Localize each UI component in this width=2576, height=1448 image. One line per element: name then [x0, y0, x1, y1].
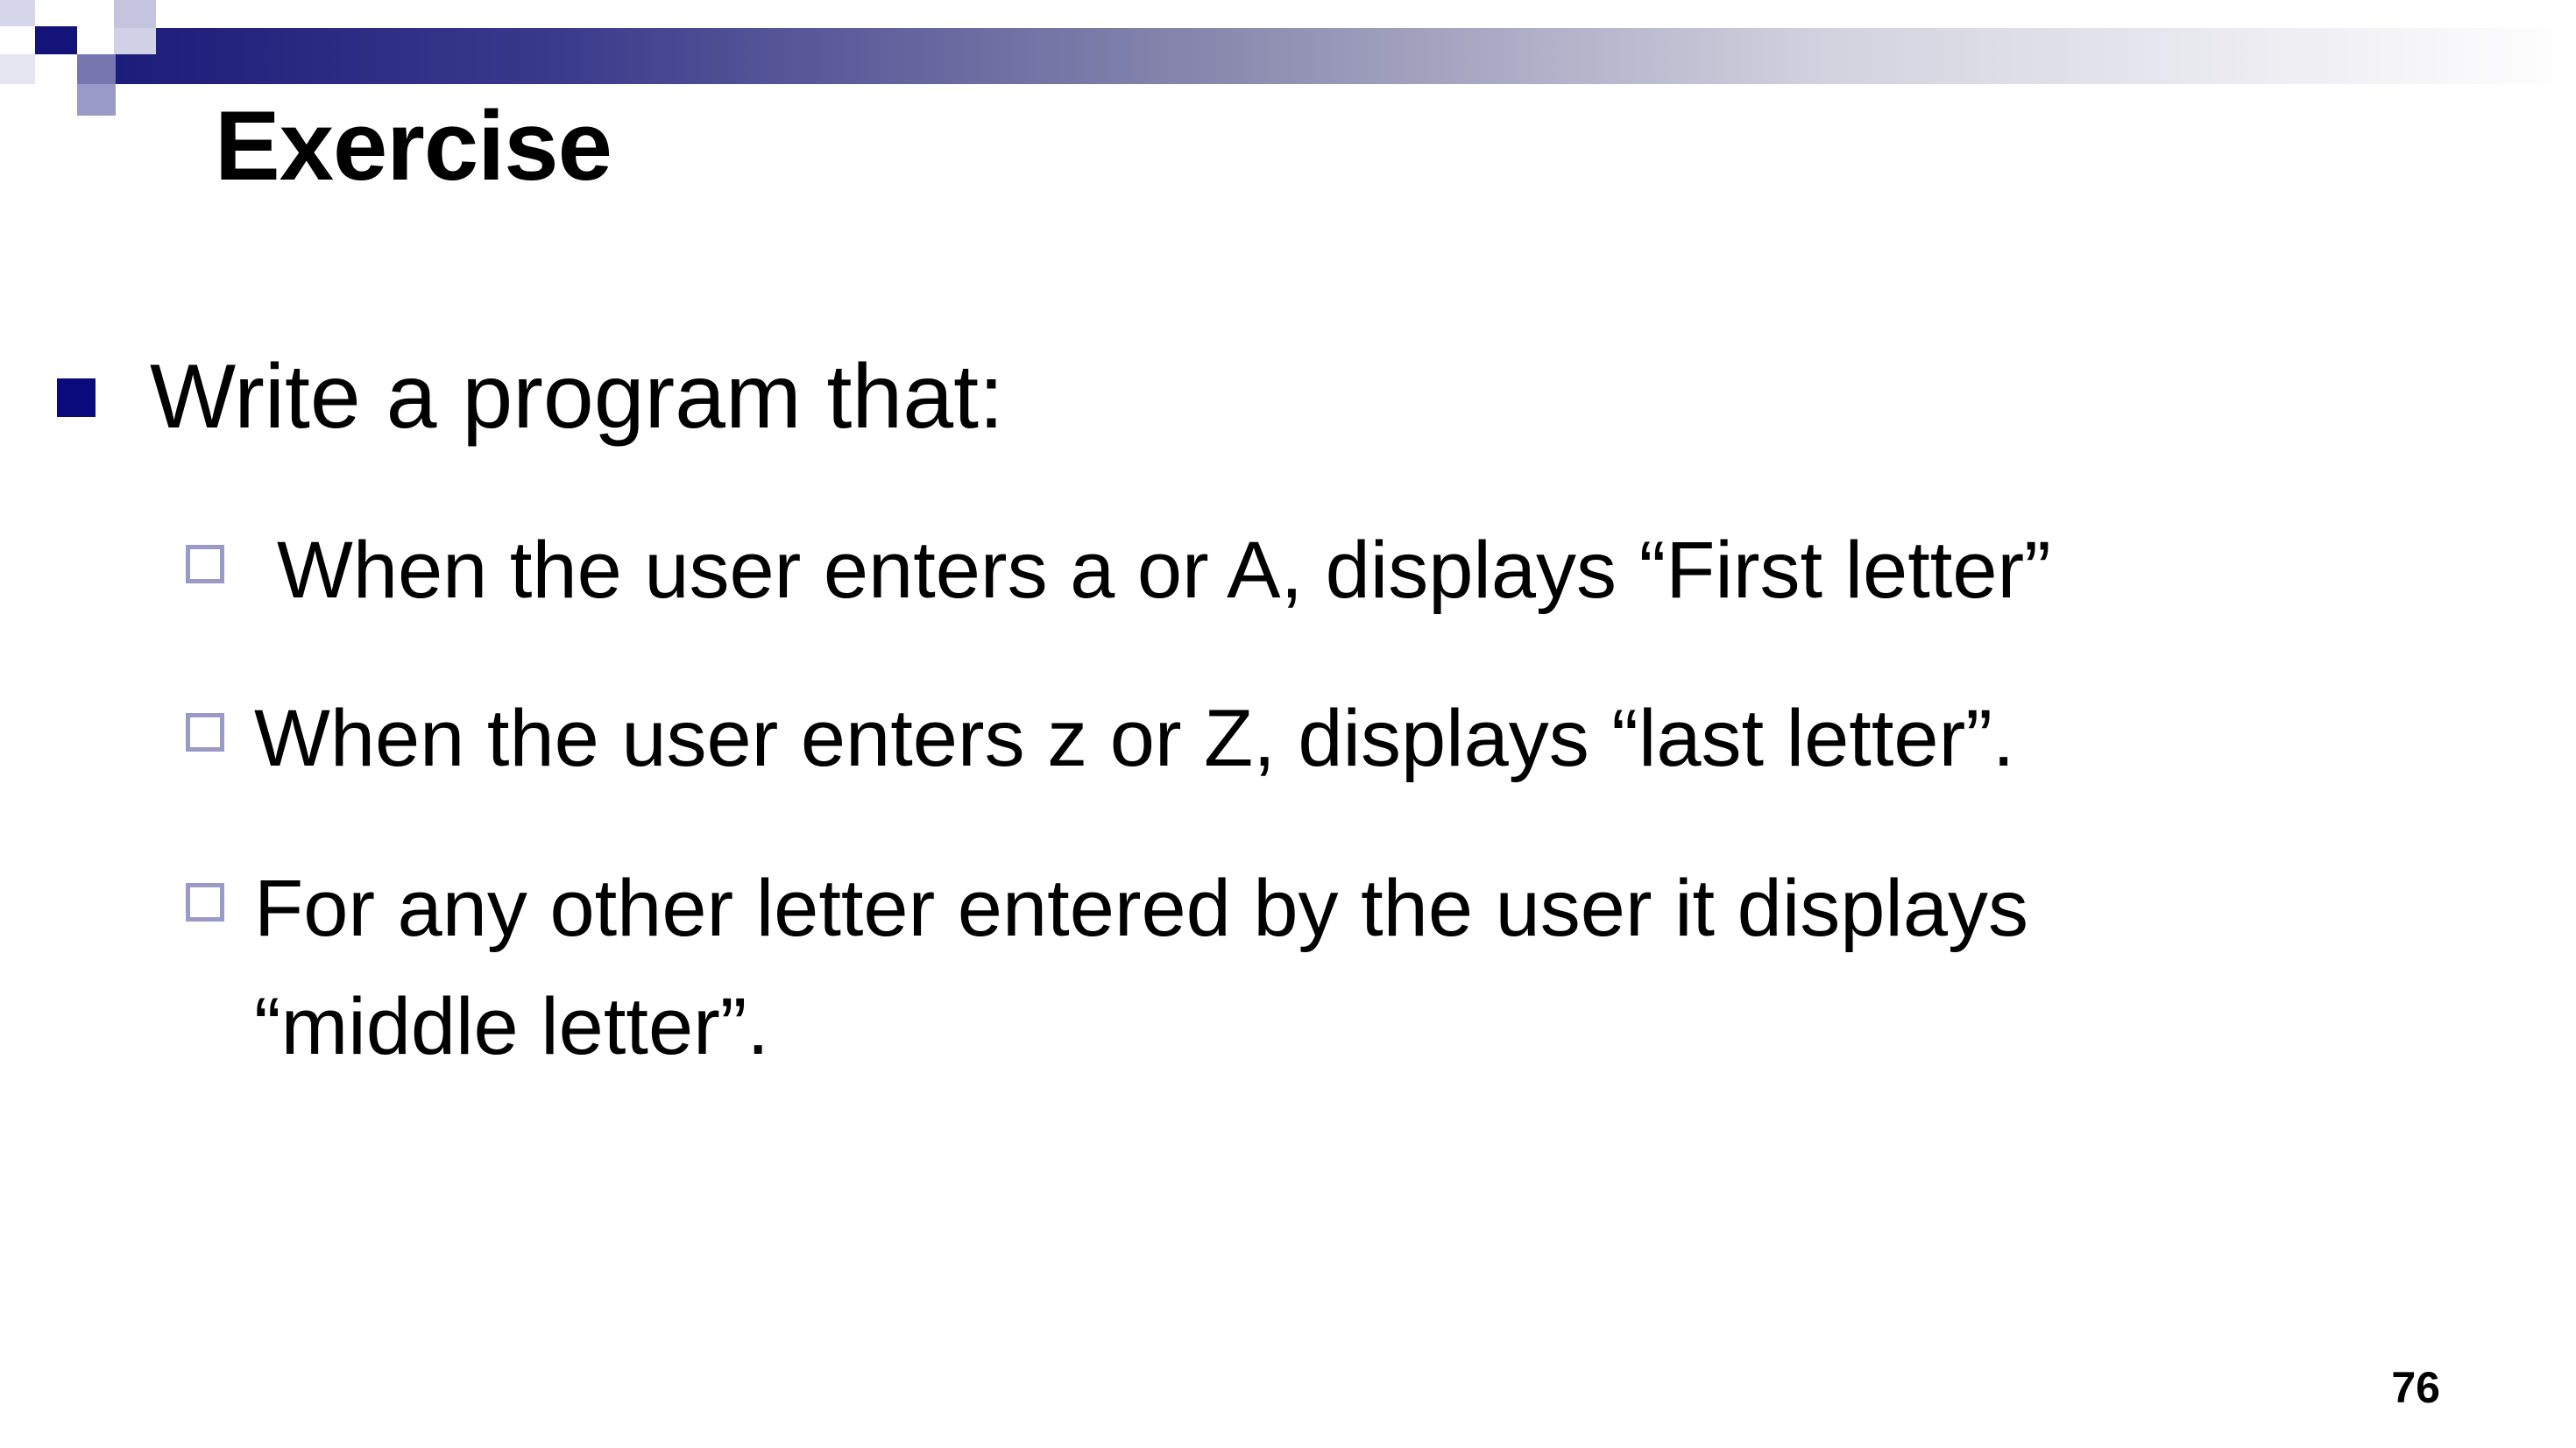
decor-square: [114, 28, 156, 54]
sub-bullet-item: For any other letter entered by the user…: [186, 850, 2269, 1086]
decor-square: [0, 0, 35, 26]
sub-bullet-text: When the user enters a or A, displays “F…: [277, 526, 2051, 615]
decor-square: [0, 54, 35, 84]
hollow-square-bullet-icon: [186, 883, 224, 922]
sub-bullet-item: When the user enters a or A, displays “F…: [186, 512, 2051, 630]
slide-title: Exercise: [215, 91, 612, 201]
slide: Exercise Write a program that: When the …: [0, 0, 2576, 1448]
decor-square: [77, 84, 116, 116]
sub-bullet-text: When the user enters z or Z, displays “l…: [254, 694, 2015, 783]
decor-square: [35, 26, 77, 54]
sub-bullet-item: When the user enters z or Z, displays “l…: [186, 680, 2014, 798]
decor-square: [114, 0, 156, 28]
page-number: 76: [2391, 1363, 2440, 1412]
filled-square-bullet-icon: [57, 378, 96, 417]
sub-bullet-text: For any other letter entered by the user…: [254, 864, 2029, 1071]
bullet-text: Write a program that:: [150, 346, 1004, 448]
hollow-square-bullet-icon: [186, 545, 224, 583]
decor-square: [77, 54, 116, 84]
header-gradient-bar: [114, 28, 2576, 84]
bullet-item: Write a program that:: [57, 345, 1004, 450]
hollow-square-bullet-icon: [186, 713, 224, 752]
